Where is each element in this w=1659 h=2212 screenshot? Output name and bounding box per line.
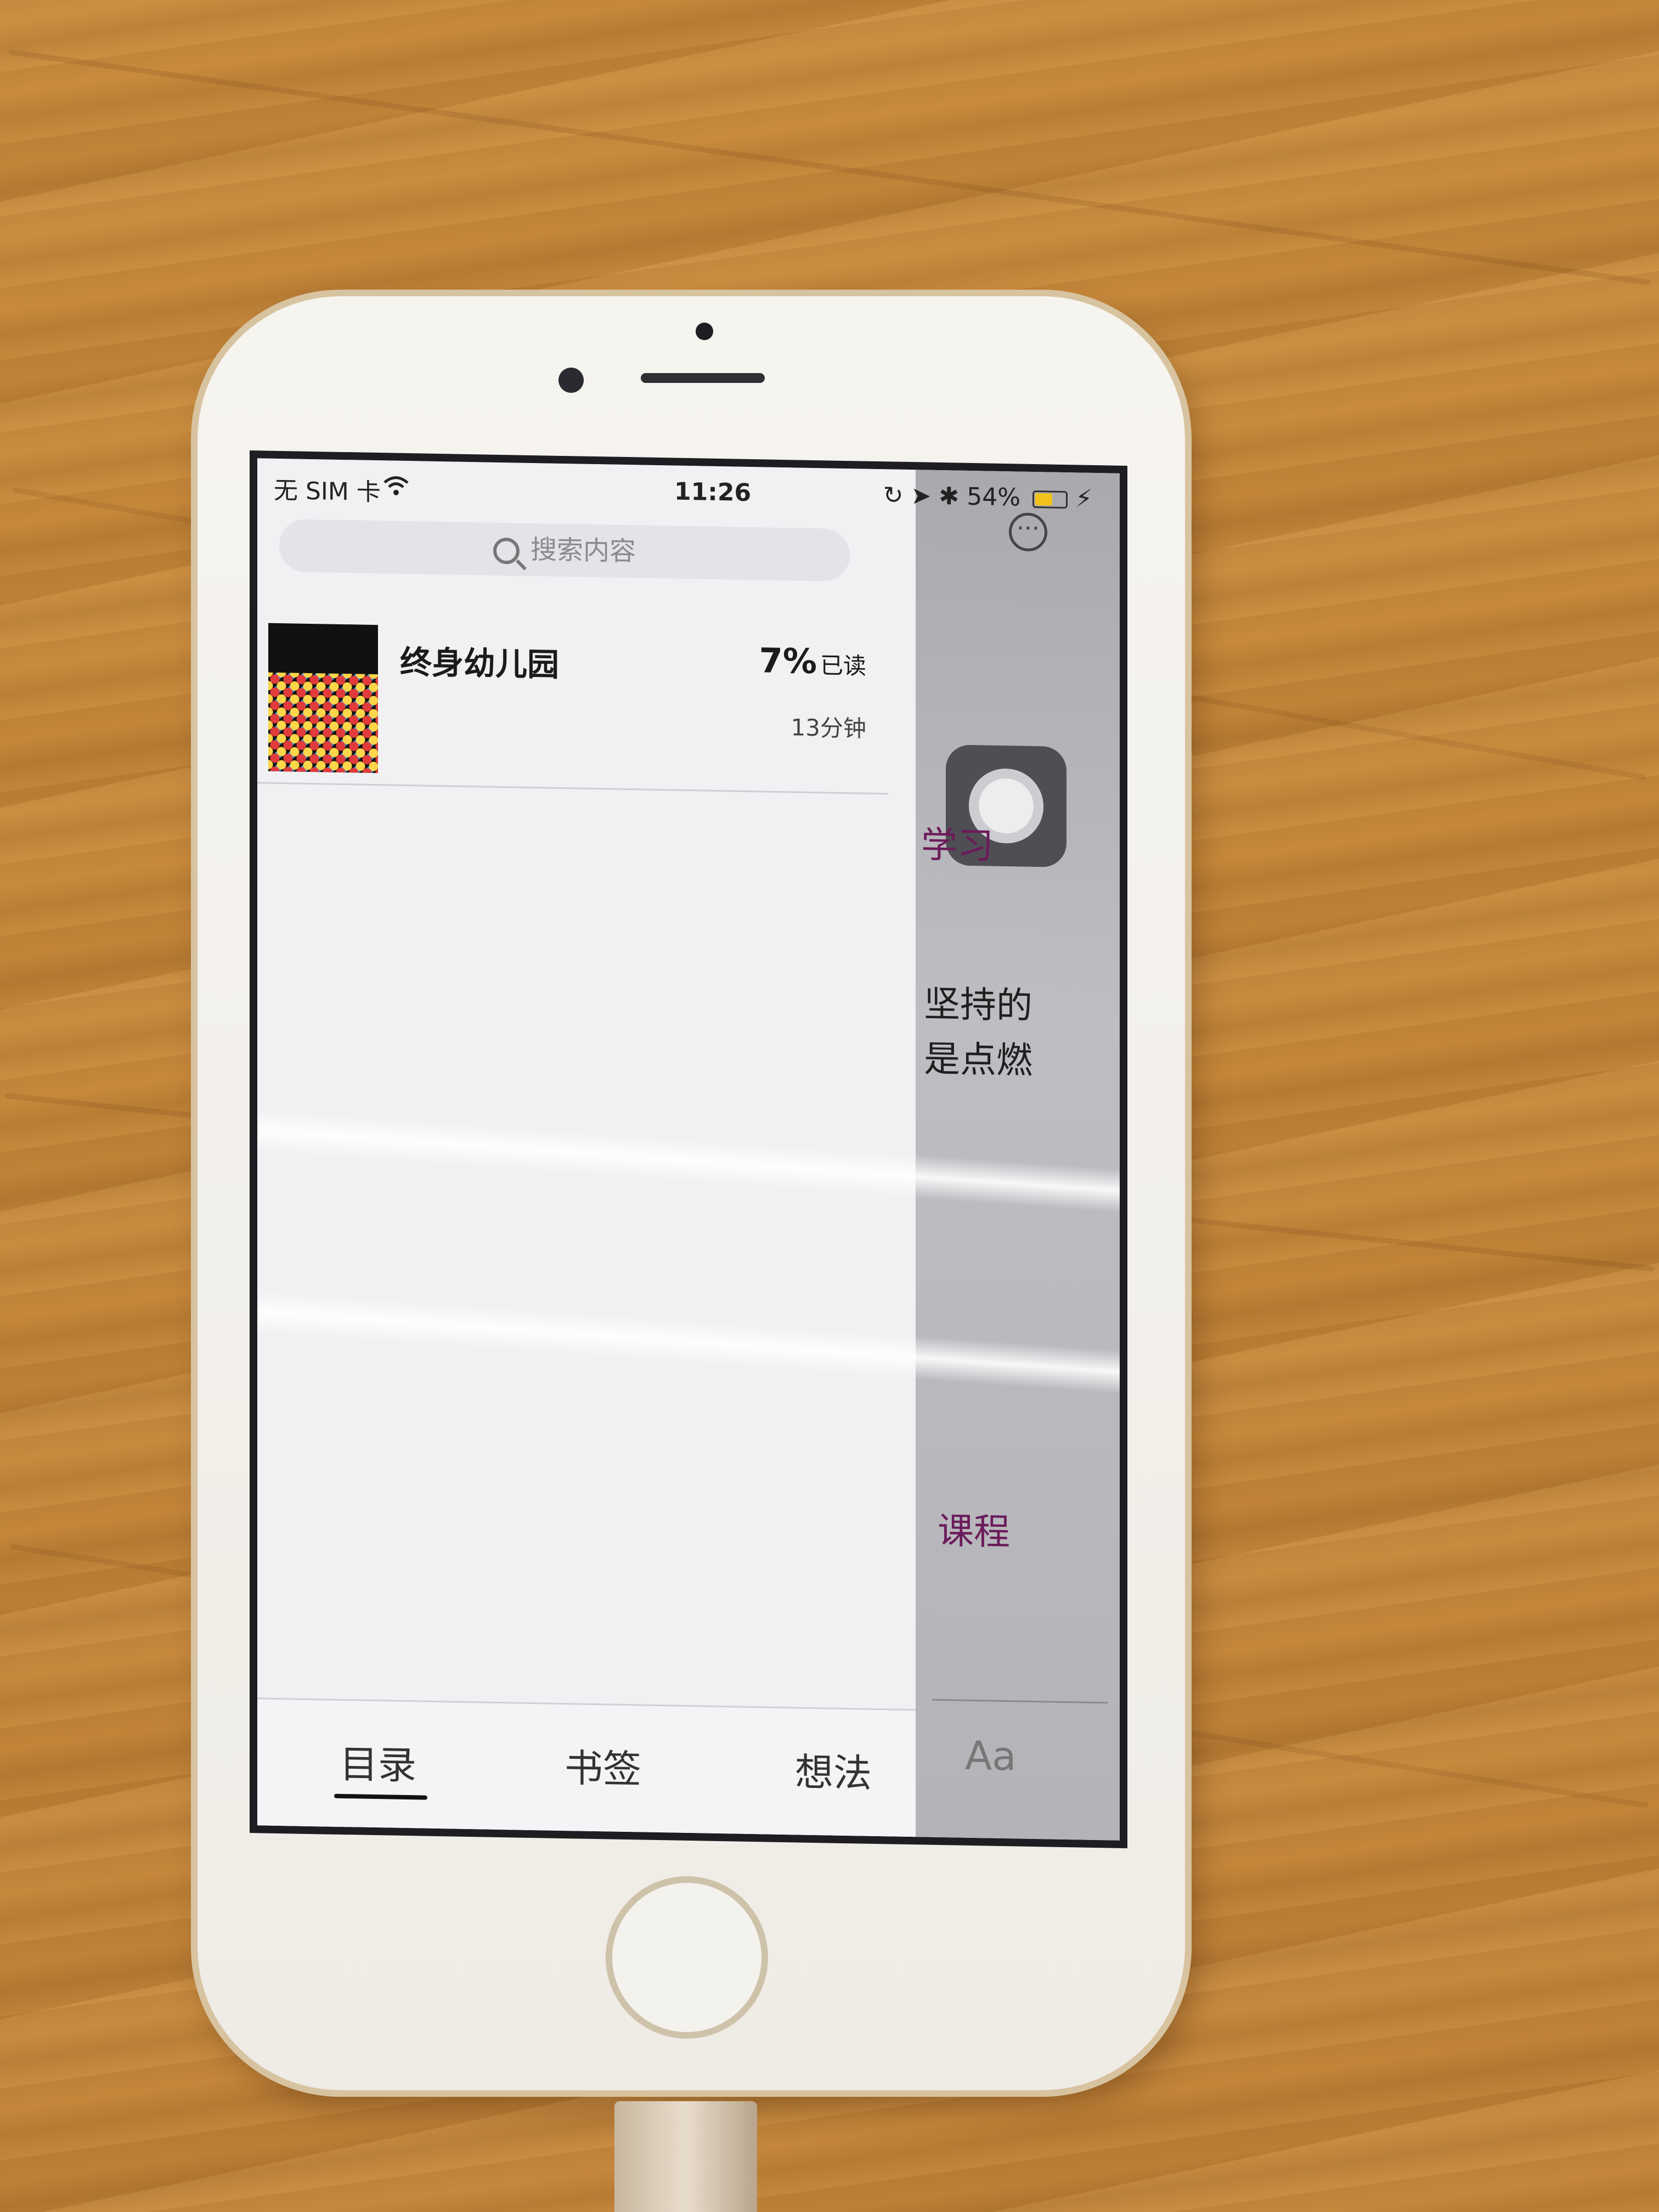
battery-fill [1035, 493, 1053, 506]
reader-text-fragment: 坚持的 [924, 983, 1032, 1027]
earpiece-speaker [641, 373, 765, 383]
font-settings-button[interactable]: Aa [965, 1733, 1016, 1780]
front-camera-icon [558, 368, 584, 393]
reader-page-behind[interactable] [916, 470, 1127, 1841]
cover-pattern [268, 672, 378, 774]
location-icon: ➤ [911, 482, 932, 510]
active-tab-indicator [334, 1793, 427, 1800]
reader-text-fragment: 学习 [921, 823, 994, 867]
wifi-icon [383, 476, 409, 495]
tab-bookmarks[interactable]: 书签 [565, 1737, 641, 1794]
charging-cable [614, 2101, 757, 2212]
tab-contents[interactable]: 目录 [340, 1734, 416, 1790]
search-placeholder: 搜索内容 [530, 534, 636, 567]
bluetooth-icon: ✱ [939, 482, 960, 511]
book-title: 终身幼儿园 [400, 643, 560, 684]
progress-percent: 7% [759, 640, 817, 682]
reader-text-fragment: 课程 [938, 1509, 1010, 1554]
search-input[interactable]: 搜索内容 [279, 518, 850, 582]
bottom-tab-bar: 目录 书签 想法 [257, 1697, 916, 1837]
reading-progress: 7% 已读 [759, 640, 866, 682]
reading-time: 13分钟 [791, 714, 866, 742]
camera-icon [696, 323, 713, 340]
book-cover-image [268, 623, 378, 774]
book-info-row[interactable]: 终身幼儿园 7% 已读 13分钟 [257, 617, 888, 795]
battery-icon [1032, 490, 1068, 509]
reader-text-fragment: 是点燃 [924, 1037, 1032, 1082]
status-right: ↻ ➤ ✱ 54% ⚡ [883, 481, 1092, 513]
home-button[interactable] [606, 1876, 768, 2039]
phone-screen: 搜索内容 终身幼儿园 7% 已读 13分钟 目录 书签 想法 ··· 学习 坚持的… [250, 450, 1127, 1848]
carrier-label: 无 SIM 卡 [274, 476, 381, 507]
wood-grain [8, 49, 1651, 286]
progress-suffix: 已读 [820, 652, 866, 680]
clock: 11:26 [674, 477, 752, 507]
orientation-lock-icon: ↻ [883, 481, 904, 510]
search-icon [493, 537, 520, 565]
tab-notes[interactable]: 想法 [795, 1741, 872, 1798]
charging-icon: ⚡ [1075, 484, 1092, 513]
battery-percent: 54% [967, 482, 1021, 512]
